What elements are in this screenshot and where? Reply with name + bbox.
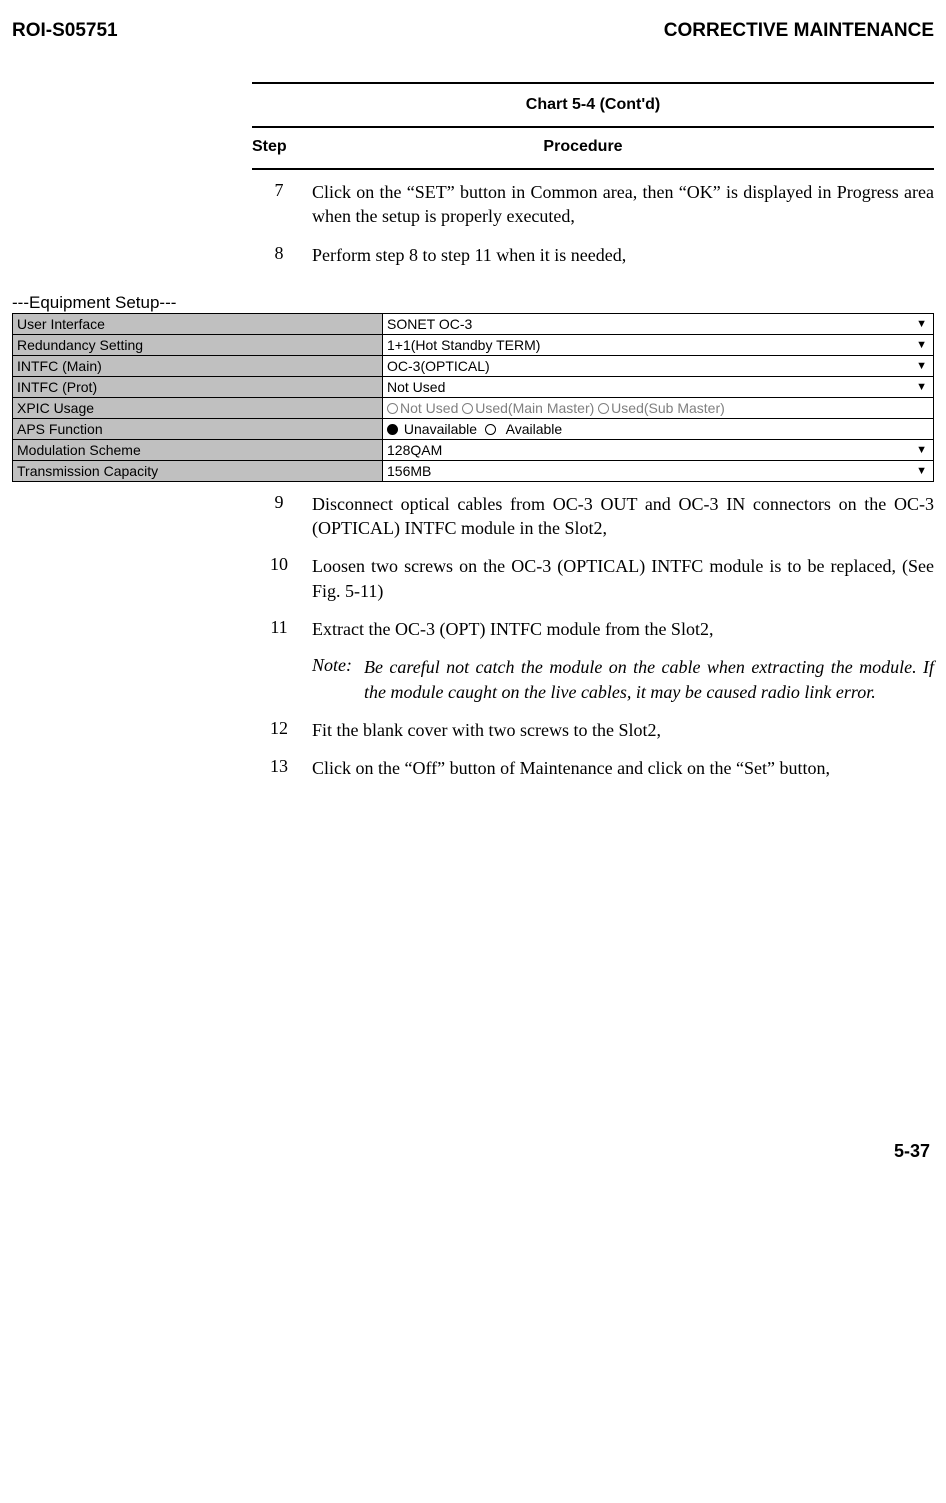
radio-label: Unavailable xyxy=(404,421,477,437)
intfc-prot-select[interactable]: Not Used ▼ xyxy=(383,376,934,397)
step-text: Extract the OC-3 (OPT) INTFC module from… xyxy=(312,617,934,641)
chevron-down-icon: ▼ xyxy=(916,381,927,393)
radio-label: Used(Sub Master) xyxy=(611,400,725,416)
value-text: 156MB xyxy=(387,463,431,479)
step-text: Disconnect optical cables from OC-3 OUT … xyxy=(312,492,934,541)
radio-icon[interactable] xyxy=(485,424,496,435)
modulation-select[interactable]: 128QAM ▼ xyxy=(383,439,934,460)
chevron-down-icon: ▼ xyxy=(916,360,927,372)
radio-selected-icon[interactable] xyxy=(387,424,398,435)
step-text: Loosen two screws on the OC-3 (OPTICAL) … xyxy=(312,554,934,603)
header-step: Step xyxy=(252,138,312,156)
step-number: 10 xyxy=(252,554,312,603)
label-cell: Transmission Capacity xyxy=(13,460,383,481)
page-header: ROI-S05751 CORRECTIVE MAINTENANCE xyxy=(12,20,934,42)
capacity-select[interactable]: 156MB ▼ xyxy=(383,460,934,481)
step-11: 11 Extract the OC-3 (OPT) INTFC module f… xyxy=(252,617,934,641)
value-text: SONET OC-3 xyxy=(387,316,472,332)
value-text: 128QAM xyxy=(387,442,442,458)
row-aps-function: APS Function Unavailable Available xyxy=(13,418,934,439)
step-number: 12 xyxy=(252,718,312,742)
page-number: 5-37 xyxy=(12,1141,934,1162)
label-cell: APS Function xyxy=(13,418,383,439)
chevron-down-icon: ▼ xyxy=(916,339,927,351)
intfc-main-select[interactable]: OC-3(OPTICAL) ▼ xyxy=(383,355,934,376)
xpic-usage-radios: Not Used Used(Main Master) Used(Sub Mast… xyxy=(383,397,934,418)
equipment-setup-table: User Interface SONET OC-3 ▼ Redundancy S… xyxy=(12,313,934,482)
label-cell: User Interface xyxy=(13,313,383,334)
step-10: 10 Loosen two screws on the OC-3 (OPTICA… xyxy=(252,554,934,603)
row-redundancy: Redundancy Setting 1+1(Hot Standby TERM)… xyxy=(13,334,934,355)
label-cell: INTFC (Main) xyxy=(13,355,383,376)
row-modulation: Modulation Scheme 128QAM ▼ xyxy=(13,439,934,460)
chevron-down-icon: ▼ xyxy=(916,465,927,477)
label-cell: Redundancy Setting xyxy=(13,334,383,355)
chart-caption: Chart 5-4 (Cont'd) xyxy=(252,90,934,120)
step-9: 9 Disconnect optical cables from OC-3 OU… xyxy=(252,492,934,541)
column-headers: Step Procedure xyxy=(252,134,934,162)
user-interface-select[interactable]: SONET OC-3 ▼ xyxy=(383,313,934,334)
step-text: Perform step 8 to step 11 when it is nee… xyxy=(312,243,934,267)
step-12: 12 Fit the blank cover with two screws t… xyxy=(252,718,934,742)
step-11-note: Note: Be careful not catch the module on… xyxy=(312,655,934,704)
radio-label: Used(Main Master) xyxy=(475,400,594,416)
value-text: Not Used xyxy=(387,379,445,395)
redundancy-select[interactable]: 1+1(Hot Standby TERM) ▼ xyxy=(383,334,934,355)
rule-mid1 xyxy=(252,126,934,128)
step-number: 7 xyxy=(252,180,312,229)
row-intfc-prot: INTFC (Prot) Not Used ▼ xyxy=(13,376,934,397)
row-xpic-usage: XPIC Usage Not Used Used(Main Master) Us… xyxy=(13,397,934,418)
header-procedure: Procedure xyxy=(312,138,934,156)
chevron-down-icon: ▼ xyxy=(916,318,927,330)
radio-label: Available xyxy=(506,421,563,437)
rule-mid2 xyxy=(252,168,934,170)
note-text: Be careful not catch the module on the c… xyxy=(364,655,934,704)
step-text: Fit the blank cover with two screws to t… xyxy=(312,718,934,742)
step-number: 9 xyxy=(252,492,312,541)
rule-top xyxy=(252,82,934,84)
step-number: 13 xyxy=(252,756,312,780)
doc-id: ROI-S05751 xyxy=(12,20,118,42)
step-7: 7 Click on the “SET” button in Common ar… xyxy=(252,180,934,229)
equipment-setup-heading: ---Equipment Setup--- xyxy=(12,293,934,313)
step-number: 11 xyxy=(252,617,312,641)
step-number: 8 xyxy=(252,243,312,267)
label-cell: Modulation Scheme xyxy=(13,439,383,460)
chevron-down-icon: ▼ xyxy=(916,444,927,456)
label-cell: INTFC (Prot) xyxy=(13,376,383,397)
step-8: 8 Perform step 8 to step 11 when it is n… xyxy=(252,243,934,267)
row-user-interface: User Interface SONET OC-3 ▼ xyxy=(13,313,934,334)
radio-icon xyxy=(598,403,609,414)
radio-icon xyxy=(387,403,398,414)
label-cell: XPIC Usage xyxy=(13,397,383,418)
section-title: CORRECTIVE MAINTENANCE xyxy=(664,20,934,42)
row-intfc-main: INTFC (Main) OC-3(OPTICAL) ▼ xyxy=(13,355,934,376)
row-capacity: Transmission Capacity 156MB ▼ xyxy=(13,460,934,481)
aps-function-radios[interactable]: Unavailable Available xyxy=(383,418,934,439)
note-label: Note: xyxy=(312,655,364,704)
radio-icon xyxy=(462,403,473,414)
step-13: 13 Click on the “Off” button of Maintena… xyxy=(252,756,934,780)
radio-label: Not Used xyxy=(400,400,458,416)
value-text: 1+1(Hot Standby TERM) xyxy=(387,337,540,353)
value-text: OC-3(OPTICAL) xyxy=(387,358,490,374)
step-text: Click on the “Off” button of Maintenance… xyxy=(312,756,934,780)
step-text: Click on the “SET” button in Common area… xyxy=(312,180,934,229)
chart-heading-block: Chart 5-4 (Cont'd) Step Procedure 7 Clic… xyxy=(252,82,934,267)
steps-continued: 9 Disconnect optical cables from OC-3 OU… xyxy=(252,492,934,781)
